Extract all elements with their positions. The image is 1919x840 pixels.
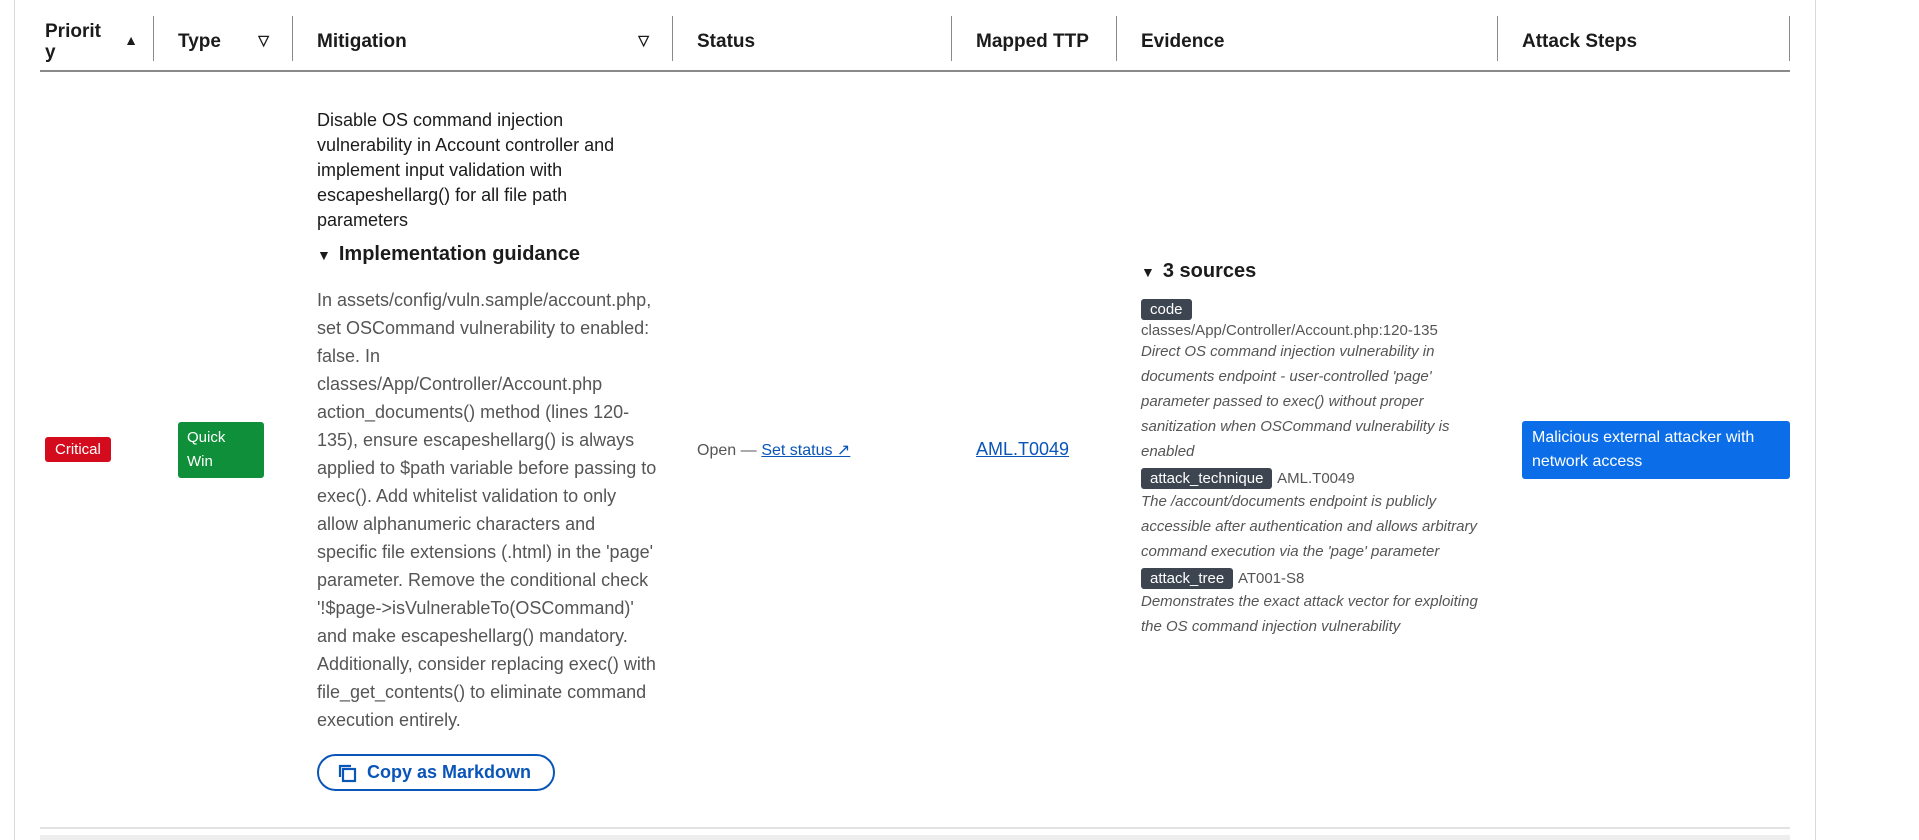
- mitigations-table: Priority ▲ Type ▽ Mitigation ▽ Status Ma…: [40, 14, 1790, 829]
- ttp-link[interactable]: AML.T0049: [976, 439, 1069, 459]
- next-row-edge: [40, 835, 1790, 840]
- type-cell: Quick Win: [154, 71, 293, 829]
- mitigations-table-container: Priority ▲ Type ▽ Mitigation ▽ Status Ma…: [40, 14, 1790, 829]
- sort-ascending-icon[interactable]: ▲: [124, 32, 138, 48]
- table-row: Critical Quick Win Disable OS command in…: [40, 71, 1790, 829]
- right-frame-border: [1815, 0, 1816, 840]
- status-cell: Open — Set status ↗: [673, 71, 952, 829]
- implementation-guidance-toggle[interactable]: ▼ Implementation guidance: [317, 243, 673, 266]
- attack-step-chip[interactable]: Malicious external attacker with network…: [1522, 420, 1790, 479]
- mitigation-text: Disable OS command injection vulnerabili…: [317, 110, 615, 230]
- triangle-down-icon: ▼: [317, 247, 331, 263]
- triangle-down-icon: ▼: [1141, 264, 1155, 280]
- column-header-mitigation[interactable]: Mitigation ▽: [293, 14, 673, 72]
- column-header-attack-steps-label: Attack Steps: [1522, 31, 1638, 52]
- evidence-tag: attack_technique: [1141, 468, 1273, 489]
- filter-icon[interactable]: ▽: [258, 32, 269, 49]
- implementation-guidance-text: In assets/config/vuln.sample/account.php…: [317, 290, 657, 730]
- type-badge: Quick Win: [178, 421, 264, 478]
- evidence-reference: AML.T0049: [1277, 470, 1355, 487]
- copy-icon: [338, 764, 357, 782]
- column-header-priority-label: Priority: [45, 20, 101, 63]
- column-header-type[interactable]: Type ▽: [154, 14, 293, 72]
- column-divider: [1789, 16, 1790, 61]
- implementation-guidance-label: Implementation guidance: [338, 243, 581, 265]
- evidence-item: attack_technique AML.T0049 The /account/…: [1141, 464, 1498, 564]
- column-header-mitigation-label: Mitigation: [317, 31, 407, 52]
- column-header-attack-steps[interactable]: Attack Steps: [1498, 14, 1790, 72]
- priority-badge: Critical: [45, 437, 111, 462]
- column-header-status-label: Status: [697, 31, 756, 52]
- evidence-item: code classes/App/Controller/Account.php:…: [1141, 295, 1498, 464]
- column-header-priority[interactable]: Priority ▲: [40, 14, 154, 72]
- column-header-evidence[interactable]: Evidence: [1117, 14, 1498, 72]
- column-header-evidence-label: Evidence: [1141, 31, 1225, 52]
- mapped-ttp-cell: AML.T0049: [952, 71, 1117, 829]
- evidence-tag: attack_tree: [1141, 568, 1234, 589]
- header-row: Priority ▲ Type ▽ Mitigation ▽ Status Ma…: [40, 14, 1790, 72]
- evidence-tag: code: [1141, 299, 1192, 320]
- status-value: Open —: [697, 441, 757, 459]
- filter-icon[interactable]: ▽: [638, 32, 649, 49]
- column-header-status[interactable]: Status: [673, 14, 952, 72]
- attack-steps-cell: Malicious external attacker with network…: [1498, 71, 1790, 829]
- evidence-sources-label: 3 sources: [1162, 260, 1257, 282]
- evidence-location: classes/App/Controller/Account.php:120-1…: [1141, 322, 1438, 339]
- evidence-description: Demonstrates the exact attack vector for…: [1141, 593, 1478, 635]
- left-frame-border: [14, 0, 15, 840]
- priority-cell: Critical: [40, 71, 154, 829]
- evidence-sources-toggle[interactable]: ▼ 3 sources: [1141, 260, 1498, 283]
- evidence-description: Direct OS command injection vulnerabilit…: [1141, 343, 1450, 460]
- set-status-link[interactable]: Set status ↗: [761, 442, 850, 459]
- evidence-cell: ▼ 3 sources code classes/App/Controller/A…: [1117, 71, 1498, 829]
- evidence-item: attack_tree AT001-S8 Demonstrates the ex…: [1141, 564, 1498, 639]
- copy-as-markdown-button[interactable]: Copy as Markdown: [317, 754, 556, 791]
- column-header-mapped-ttp-label: Mapped TTP: [976, 31, 1089, 52]
- column-header-mapped-ttp[interactable]: Mapped TTP: [952, 14, 1117, 72]
- evidence-reference: AT001-S8: [1237, 570, 1305, 587]
- copy-as-markdown-label: Copy as Markdown: [367, 762, 532, 782]
- evidence-description: The /account/documents endpoint is publi…: [1141, 493, 1478, 560]
- mitigation-cell: Disable OS command injection vulnerabili…: [293, 71, 673, 829]
- column-header-type-label: Type: [178, 31, 221, 52]
